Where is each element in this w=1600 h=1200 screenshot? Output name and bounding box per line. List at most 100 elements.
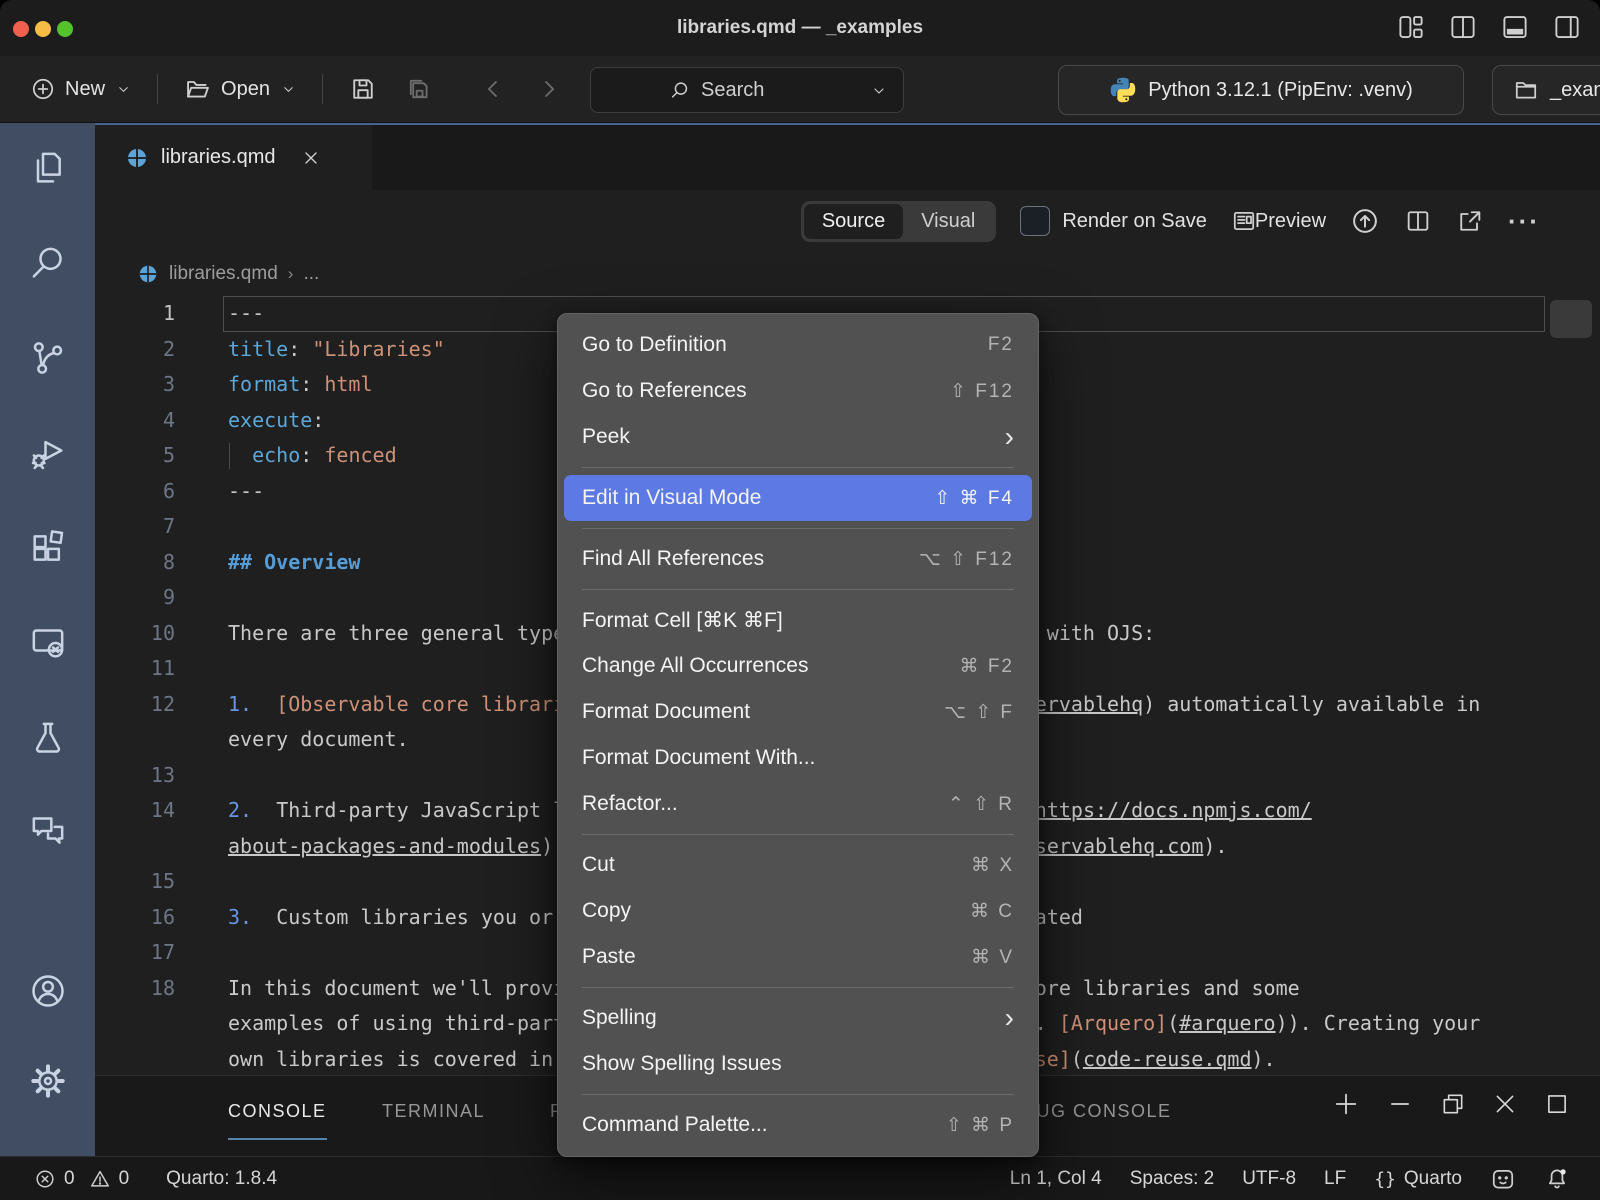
code-line-text: echo: fenced	[228, 438, 397, 474]
menu-item-shortcut: ⇧ F12	[950, 380, 1014, 403]
menu-item[interactable]: Format Cell [⌘K ⌘F]	[558, 597, 1038, 643]
menu-item-label: Format Cell [⌘K ⌘F]	[582, 608, 783, 633]
menu-item[interactable]: Change All Occurrences⌘ F2	[558, 643, 1038, 689]
preview-button[interactable]: Preview	[1231, 208, 1326, 234]
menu-item[interactable]: Copy⌘ C	[558, 888, 1038, 934]
scrollbar-thumb[interactable]	[1550, 300, 1592, 338]
open-button[interactable]: Open	[176, 69, 304, 109]
toggle-panel-icon[interactable]	[1500, 12, 1530, 42]
divider	[322, 74, 323, 104]
menu-item[interactable]: Go to References⇧ F12	[558, 368, 1038, 414]
search-dropdown-icon[interactable]	[871, 83, 887, 99]
feedback-icon[interactable]	[1490, 1166, 1516, 1192]
menu-item[interactable]: Peek›	[558, 414, 1038, 460]
save-button[interactable]	[341, 69, 385, 109]
menu-separator	[558, 582, 1038, 597]
line-number	[95, 1042, 175, 1076]
split-editor-icon[interactable]	[1404, 207, 1432, 235]
panel-close-icon[interactable]	[1492, 1091, 1518, 1117]
tab-libraries-qmd[interactable]: libraries.qmd	[95, 125, 372, 190]
menu-item[interactable]: Cut⌘ X	[558, 842, 1038, 888]
menu-item-label: Show Spelling Issues	[582, 1052, 782, 1076]
source-control-icon[interactable]	[28, 338, 68, 378]
menu-item[interactable]: Paste⌘ V	[558, 934, 1038, 980]
save-all-button[interactable]	[397, 69, 441, 109]
code-line-text: every document.	[228, 722, 409, 758]
workspace-button[interactable]: _examples	[1492, 65, 1600, 115]
menu-item-label: Format Document With...	[582, 746, 815, 770]
panel-tab-console[interactable]: CONSOLE	[228, 1076, 327, 1146]
menu-item-label: Change All Occurrences	[582, 654, 808, 678]
source-visual-toggle[interactable]: Source Visual	[801, 201, 997, 242]
render-on-save-checkbox[interactable]	[1020, 206, 1050, 236]
line-number	[95, 1006, 175, 1042]
open-in-new-window-icon[interactable]	[1456, 207, 1484, 235]
sessions-icon[interactable]	[28, 623, 68, 663]
menu-item[interactable]: Show Spelling Issues	[558, 1041, 1038, 1087]
more-actions-icon[interactable]: ···	[1508, 206, 1540, 237]
line-number: 5	[95, 438, 175, 474]
tab-label: libraries.qmd	[161, 146, 275, 169]
tab-close-icon[interactable]	[301, 148, 321, 168]
window-title: libraries.qmd — _examples	[0, 0, 1600, 56]
menu-item[interactable]: Spelling›	[558, 995, 1038, 1041]
menu-item[interactable]: Command Palette...⇧ ⌘ P	[558, 1102, 1038, 1148]
line-number: 9	[95, 580, 175, 616]
run-debug-icon[interactable]	[28, 433, 68, 473]
menu-item[interactable]: Edit in Visual Mode⇧ ⌘ F4	[564, 475, 1032, 521]
testing-icon[interactable]	[28, 718, 68, 758]
breadcrumb-more[interactable]: ...	[303, 263, 319, 285]
settings-gear-icon[interactable]	[28, 1061, 68, 1101]
panel-restore-icon[interactable]	[1440, 1091, 1466, 1117]
search-sidebar-icon[interactable]	[28, 243, 68, 283]
source-mode-button[interactable]: Source	[804, 204, 903, 239]
extensions-icon[interactable]	[28, 528, 68, 568]
breadcrumb[interactable]: libraries.qmd › ...	[95, 252, 1600, 296]
account-icon[interactable]	[28, 971, 68, 1011]
warning-count: 0	[119, 1168, 130, 1190]
cursor-position-status[interactable]: Ln 1, Col 4	[1010, 1168, 1102, 1190]
breadcrumb-file[interactable]: libraries.qmd	[169, 263, 278, 285]
eol-status[interactable]: LF	[1324, 1168, 1346, 1190]
indentation-status[interactable]: Spaces: 2	[1130, 1168, 1215, 1190]
menu-item-label: Peek	[582, 425, 630, 449]
panel-maximize-icon[interactable]	[1544, 1091, 1570, 1117]
app-window: libraries.qmd — _examples New	[0, 0, 1600, 1200]
submenu-arrow-icon: ›	[1005, 1008, 1014, 1028]
menu-item[interactable]: Go to DefinitionF2	[558, 322, 1038, 368]
menu-item-label: Refactor...	[582, 792, 678, 816]
language-mode-status[interactable]: {} Quarto	[1374, 1168, 1462, 1190]
menu-separator	[558, 827, 1038, 842]
explorer-icon[interactable]	[28, 148, 68, 188]
line-number: 14	[95, 793, 175, 829]
comments-icon[interactable]	[28, 811, 68, 851]
publish-icon[interactable]	[1350, 206, 1380, 236]
line-number: 12	[95, 687, 175, 723]
split-editor-layout-icon[interactable]	[1448, 12, 1478, 42]
menu-item[interactable]: Format Document With...	[558, 735, 1038, 781]
encoding-status[interactable]: UTF-8	[1242, 1168, 1296, 1190]
menu-item[interactable]: Refactor...⌃ ⇧ R	[558, 781, 1038, 827]
menu-item-shortcut: ⇧ ⌘ F4	[934, 487, 1014, 510]
panel-tab-terminal[interactable]: TERMINAL	[382, 1076, 485, 1146]
navigate-forward-button[interactable]	[527, 69, 571, 109]
navigate-back-button[interactable]	[471, 69, 515, 109]
preview-icon	[1231, 208, 1257, 234]
panel-minimize-icon[interactable]	[1386, 1090, 1414, 1118]
quarto-version-status[interactable]: Quarto: 1.8.4	[166, 1168, 277, 1190]
error-count: 0	[64, 1168, 75, 1190]
line-number: 7	[95, 509, 175, 545]
interpreter-selector[interactable]: Python 3.12.1 (PipEnv: .venv)	[1058, 65, 1464, 115]
panel-add-icon[interactable]	[1332, 1090, 1360, 1118]
workspace-label: _examples	[1550, 79, 1600, 102]
visual-mode-button[interactable]: Visual	[903, 204, 993, 239]
customize-layout-icon[interactable]	[1396, 12, 1426, 42]
notifications-bell-icon[interactable]	[1544, 1166, 1570, 1192]
menu-item[interactable]: Format Document⌥ ⇧ F	[558, 689, 1038, 735]
menu-item[interactable]: Find All References⌥ ⇧ F12	[558, 536, 1038, 582]
problems-status[interactable]: 0 0	[34, 1168, 129, 1190]
new-button[interactable]: New	[22, 70, 139, 108]
line-number: 17	[95, 935, 175, 971]
toggle-secondary-sidebar-icon[interactable]	[1552, 12, 1582, 42]
global-search-input[interactable]: Search	[590, 67, 904, 113]
